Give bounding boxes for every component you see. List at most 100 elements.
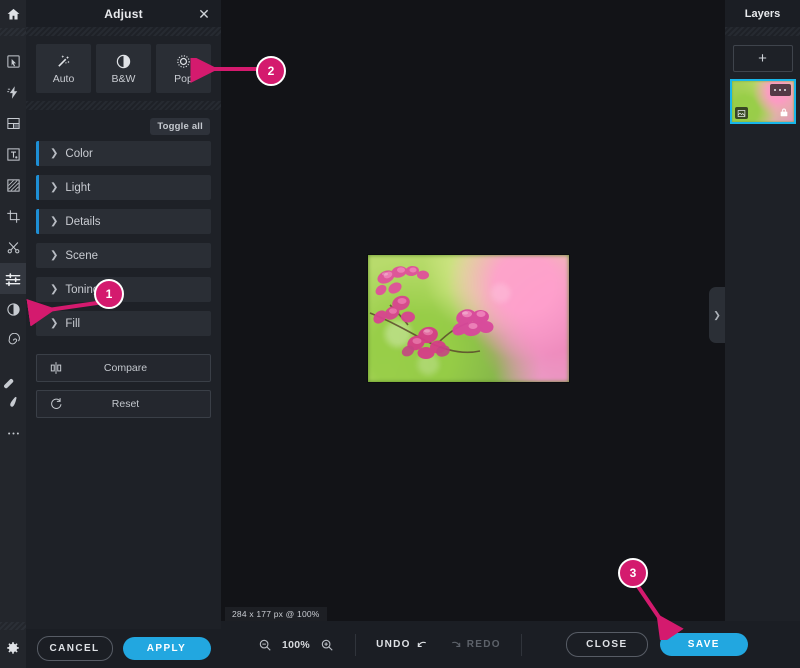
toolbar-divider-bottom (0, 622, 26, 630)
section-active-bar (36, 209, 39, 234)
zoom-level-label: 100% (282, 638, 311, 651)
section-label: Color (65, 147, 93, 160)
chevron-right-icon: ❯ (50, 250, 59, 261)
adjust-sections: ❯ Color ❯ Light ❯ Details ❯ Scene ❯ Toni… (26, 141, 221, 336)
lock-icon[interactable] (778, 106, 791, 119)
half-circle-icon (115, 53, 132, 70)
panel-footer: CANCEL APPLY (26, 629, 221, 668)
compare-button[interactable]: Compare (36, 354, 211, 382)
section-label: Fill (65, 317, 81, 330)
close-button[interactable]: CLOSE (565, 632, 648, 657)
settings-gear-icon[interactable] (0, 630, 26, 668)
edited-photo[interactable] (367, 254, 570, 383)
zoom-out-icon[interactable] (257, 637, 273, 653)
brush-icon[interactable] (0, 387, 26, 418)
cursor-select-icon[interactable] (0, 46, 26, 77)
more-dots-icon[interactable] (769, 84, 791, 96)
add-layer-button[interactable]: + (732, 45, 793, 72)
section-color[interactable]: ❯ Color (36, 141, 211, 166)
pattern-fill-icon[interactable] (0, 170, 26, 201)
save-button[interactable]: SAVE (659, 633, 748, 656)
panel-hatch-divider-2 (26, 101, 221, 110)
chevron-right-icon: ❯ (50, 182, 59, 193)
toggle-all-row: Toggle all (26, 110, 221, 141)
layers-title: Layers (744, 7, 781, 20)
history-controls: UNDO REDO (376, 638, 501, 652)
cancel-button[interactable]: CANCEL (36, 636, 113, 661)
pop-preset-button[interactable]: Pop (156, 44, 211, 93)
panel-actions: Compare Reset (26, 346, 221, 418)
action-label: Compare (103, 362, 148, 374)
section-label: Light (65, 181, 91, 194)
heal-bandage-icon[interactable] (0, 356, 26, 389)
close-save-group: CLOSE SAVE (565, 632, 748, 657)
redo-label: REDO (466, 639, 501, 650)
undo-label: UNDO (376, 639, 411, 650)
compare-split-icon (37, 361, 75, 375)
chevron-right-icon: ❯ (50, 148, 59, 159)
bw-preset-button[interactable]: B&W (96, 44, 151, 93)
marker-1: 1 (94, 279, 124, 309)
action-label: Reset (111, 398, 140, 410)
zoom-controls: 100% (257, 637, 335, 653)
section-light[interactable]: ❯ Light (36, 175, 211, 200)
layers-hatch-divider (725, 27, 800, 36)
home-icon[interactable] (0, 0, 26, 28)
contrast-icon[interactable] (0, 294, 26, 325)
adjust-panel-header: Adjust ✕ (26, 0, 221, 27)
section-details[interactable]: ❯ Details (36, 209, 211, 234)
chevron-right-icon: ❯ (50, 318, 59, 329)
adjust-sliders-icon[interactable] (0, 263, 26, 294)
preset-label: Pop (174, 72, 193, 85)
toggle-all-button[interactable]: Toggle all (150, 118, 210, 135)
bottom-toolbar: 100% UNDO REDO CLOSE SAVE (221, 621, 800, 668)
apply-button[interactable]: APPLY (122, 637, 211, 660)
marker-3: 3 (618, 558, 648, 588)
image-info-label: 284 x 177 px @ 100% (225, 607, 327, 621)
lightning-effects-icon[interactable] (0, 77, 26, 108)
crop-icon[interactable] (0, 201, 26, 232)
panel-collapse-handle[interactable]: ❯ (709, 287, 725, 343)
marker-2: 2 (256, 56, 286, 86)
close-icon[interactable]: ✕ (196, 6, 212, 22)
layer-item[interactable] (729, 79, 796, 124)
auto-preset-button[interactable]: Auto (36, 44, 91, 93)
page-title: Adjust (104, 6, 143, 21)
left-toolbar (0, 0, 27, 668)
chevron-right-icon: ❯ (50, 216, 59, 227)
redo-button[interactable]: REDO (448, 638, 501, 652)
preset-label: B&W (111, 72, 136, 85)
toolbar-divider (0, 28, 26, 36)
zoom-in-icon[interactable] (319, 637, 335, 653)
text-tool-icon[interactable] (0, 139, 26, 170)
photo-flowers (369, 265, 494, 359)
section-active-bar (36, 141, 39, 166)
panel-hatch-divider (26, 27, 221, 36)
preset-label: Auto (52, 72, 75, 85)
gear-burst-icon (175, 53, 192, 70)
photo-editor-window: Adjust ✕ Auto B&W Pop Toggle all ❯ Color… (0, 0, 800, 668)
cutout-scissors-icon[interactable] (0, 232, 26, 263)
chevron-right-icon: ❯ (713, 309, 721, 320)
more-options-icon[interactable] (0, 418, 26, 449)
liquify-spiral-icon[interactable] (0, 325, 26, 356)
reset-refresh-icon (37, 397, 75, 411)
layers-panel-header: Layers (725, 0, 800, 27)
section-active-bar (36, 175, 39, 200)
section-label: Scene (65, 249, 98, 262)
canvas-area[interactable]: ❯ 284 x 177 px @ 100% (221, 0, 725, 621)
toolbar-divider-2 (520, 633, 522, 656)
image-layer-icon (734, 107, 748, 119)
toolbar-divider (355, 633, 357, 656)
magic-wand-icon (55, 53, 72, 70)
chevron-right-icon: ❯ (50, 284, 59, 295)
section-label: Details (65, 215, 101, 228)
reset-button[interactable]: Reset (36, 390, 211, 418)
undo-button[interactable]: UNDO (376, 638, 430, 652)
section-fill[interactable]: ❯ Fill (36, 311, 211, 336)
adjust-panel: Adjust ✕ Auto B&W Pop Toggle all ❯ Color… (26, 0, 222, 668)
section-scene[interactable]: ❯ Scene (36, 243, 211, 268)
frame-layout-icon[interactable] (0, 108, 26, 139)
layers-panel: Layers + (725, 0, 800, 621)
preset-buttons: Auto B&W Pop (26, 36, 221, 93)
